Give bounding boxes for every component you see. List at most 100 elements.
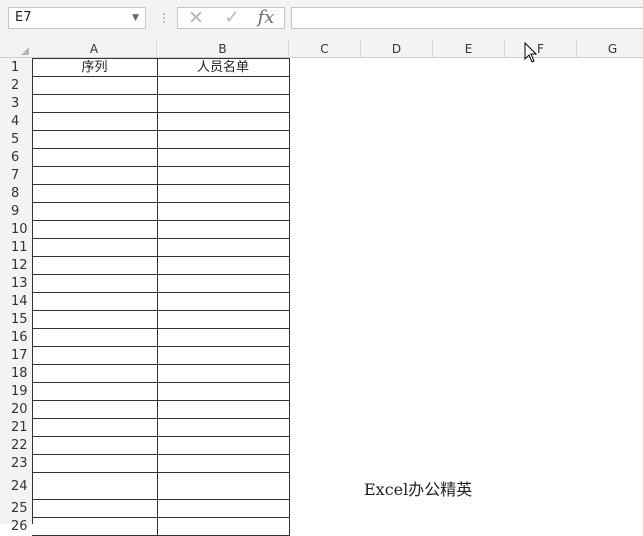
insert-function-button[interactable]: fx: [250, 8, 282, 28]
row-header-12[interactable]: 12: [0, 257, 32, 275]
row-headers: 1 2 3 4 5 6 7 8 9 10 11 12 13 14 15 16 17 18 19 20 21 22 23 24 2…: [0, 58, 32, 534]
column-header-e[interactable]: E: [433, 40, 505, 57]
cell-b19[interactable]: [157, 383, 290, 401]
row-header-1[interactable]: 1: [0, 58, 32, 77]
mouse-cursor-icon: [524, 42, 538, 63]
select-all-button[interactable]: [0, 40, 32, 58]
chevron-down-icon[interactable]: ▼: [132, 8, 139, 28]
column-header-d[interactable]: D: [361, 40, 433, 57]
row-header-7[interactable]: 7: [0, 167, 32, 185]
row-header-4[interactable]: 4: [0, 113, 32, 131]
cell-b14[interactable]: [157, 293, 290, 311]
cell-a22[interactable]: [32, 437, 158, 455]
row-header-6[interactable]: 6: [0, 149, 32, 167]
cell-a23[interactable]: [32, 455, 158, 473]
cell-b11[interactable]: [157, 239, 290, 257]
cell-a25[interactable]: [32, 500, 158, 518]
cell-b24[interactable]: [157, 473, 290, 500]
row-header-21[interactable]: 21: [0, 419, 32, 437]
row-header-16[interactable]: 16: [0, 329, 32, 347]
row-header-10[interactable]: 10: [0, 221, 32, 239]
row-header-22[interactable]: 22: [0, 437, 32, 455]
enter-icon[interactable]: ✓: [216, 8, 248, 28]
cell-a6[interactable]: [32, 149, 158, 167]
row-header-5[interactable]: 5: [0, 131, 32, 149]
table-border-left: [32, 58, 33, 524]
cell-a12[interactable]: [32, 257, 158, 275]
cell-b17[interactable]: [157, 347, 290, 365]
row-header-19[interactable]: 19: [0, 383, 32, 401]
cell-b22[interactable]: [157, 437, 290, 455]
cell-b16[interactable]: [157, 329, 290, 347]
cell-b10[interactable]: [157, 221, 290, 239]
row-header-11[interactable]: 11: [0, 239, 32, 257]
cell-a21[interactable]: [32, 419, 158, 437]
cell-a11[interactable]: [32, 239, 158, 257]
cell-a7[interactable]: [32, 167, 158, 185]
column-header-f[interactable]: F: [505, 40, 577, 57]
column-header-a[interactable]: A: [32, 40, 157, 57]
row-header-14[interactable]: 14: [0, 293, 32, 311]
row-header-2[interactable]: 2: [0, 77, 32, 95]
cell-a14[interactable]: [32, 293, 158, 311]
cell-b21[interactable]: [157, 419, 290, 437]
cell-b8[interactable]: [157, 185, 290, 203]
row-header-26[interactable]: 26: [0, 518, 32, 536]
cell-a4[interactable]: [32, 113, 158, 131]
cell-a13[interactable]: [32, 275, 158, 293]
column-header-c[interactable]: C: [289, 40, 361, 57]
row-header-9[interactable]: 9: [0, 203, 32, 221]
cell-b4[interactable]: [157, 113, 290, 131]
cell-a20[interactable]: [32, 401, 158, 419]
row-header-18[interactable]: 18: [0, 365, 32, 383]
formula-input[interactable]: [291, 7, 643, 29]
cell-b25[interactable]: [157, 500, 290, 518]
cell-a8[interactable]: [32, 185, 158, 203]
cell-b3[interactable]: [157, 95, 290, 113]
column-header-g[interactable]: G: [577, 40, 643, 57]
row-header-24[interactable]: 24: [0, 473, 32, 500]
cell-a2[interactable]: [32, 77, 158, 95]
more-options-icon[interactable]: ⋮: [158, 9, 170, 27]
column-header-b[interactable]: B: [157, 40, 289, 57]
formula-buttons: ✕ ✓ fx: [177, 7, 285, 29]
cancel-icon[interactable]: ✕: [180, 8, 212, 28]
cell-b13[interactable]: [157, 275, 290, 293]
cell-a1[interactable]: 序列: [32, 58, 158, 77]
table-border-top: [32, 58, 290, 59]
cell-b20[interactable]: [157, 401, 290, 419]
row-header-13[interactable]: 13: [0, 275, 32, 293]
cell-b1[interactable]: 人员名单: [157, 58, 290, 77]
cell-b23[interactable]: [157, 455, 290, 473]
cell-b2[interactable]: [157, 77, 290, 95]
cell-b15[interactable]: [157, 311, 290, 329]
cell-b5[interactable]: [157, 131, 290, 149]
row-header-15[interactable]: 15: [0, 311, 32, 329]
row-header-20[interactable]: 20: [0, 401, 32, 419]
cell-b9[interactable]: [157, 203, 290, 221]
row-header-17[interactable]: 17: [0, 347, 32, 365]
row-header-3[interactable]: 3: [0, 95, 32, 113]
cell-a26[interactable]: [32, 518, 158, 536]
cell-a15[interactable]: [32, 311, 158, 329]
cell-a19[interactable]: [32, 383, 158, 401]
row-header-8[interactable]: 8: [0, 185, 32, 203]
cell-a3[interactable]: [32, 95, 158, 113]
cell-a5[interactable]: [32, 131, 158, 149]
cell-a9[interactable]: [32, 203, 158, 221]
cell-b6[interactable]: [157, 149, 290, 167]
cell-a18[interactable]: [32, 365, 158, 383]
cell-b7[interactable]: [157, 167, 290, 185]
cell-a17[interactable]: [32, 347, 158, 365]
row-header-23[interactable]: 23: [0, 455, 32, 473]
name-box-value: E7: [15, 10, 32, 25]
watermark-text: Excel办公精英: [364, 480, 473, 499]
cell-b26[interactable]: [157, 518, 290, 536]
cell-b18[interactable]: [157, 365, 290, 383]
cell-a16[interactable]: [32, 329, 158, 347]
cell-a10[interactable]: [32, 221, 158, 239]
row-header-25[interactable]: 25: [0, 500, 32, 518]
cell-a24[interactable]: [32, 473, 158, 500]
name-box[interactable]: E7 ▼: [8, 7, 146, 29]
cell-b12[interactable]: [157, 257, 290, 275]
